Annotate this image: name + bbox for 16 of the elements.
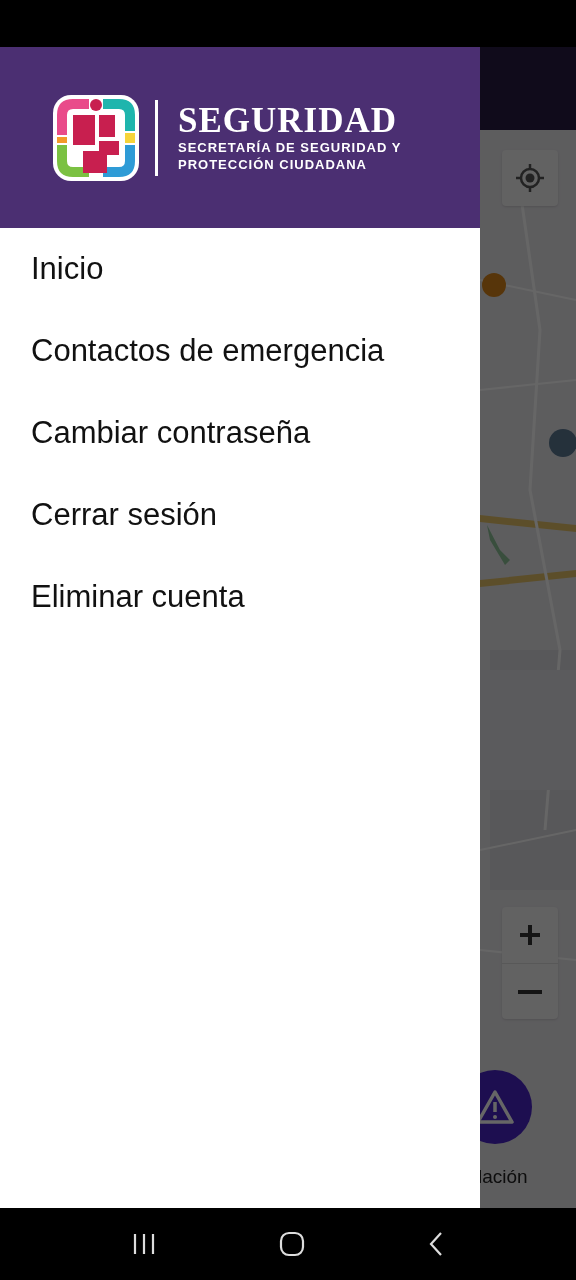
- menu-item[interactable]: Contactos de emergencia: [0, 310, 480, 392]
- brand-subtitle: SECRETARÍA DE SEGURIDAD Y: [178, 138, 402, 156]
- my-location-button[interactable]: [502, 150, 558, 206]
- minus-icon: [518, 988, 542, 995]
- menu-item[interactable]: Eliminar cuenta: [0, 556, 480, 638]
- brand-title: SEGURIDAD: [178, 102, 399, 139]
- recents-icon[interactable]: [131, 1233, 156, 1255]
- brand-subtitle: PROTECCIÓN CIUDADANA: [178, 155, 368, 173]
- menu-item[interactable]: Cerrar sesión: [0, 474, 480, 556]
- logo-icon: [53, 94, 139, 181]
- plus-icon: [518, 923, 542, 947]
- menu-item[interactable]: Cambiar contraseña: [0, 392, 480, 474]
- crosshair-icon: [514, 162, 546, 194]
- menu-item[interactable]: Inicio: [0, 228, 480, 310]
- back-icon[interactable]: [428, 1231, 445, 1257]
- home-icon[interactable]: [279, 1231, 305, 1257]
